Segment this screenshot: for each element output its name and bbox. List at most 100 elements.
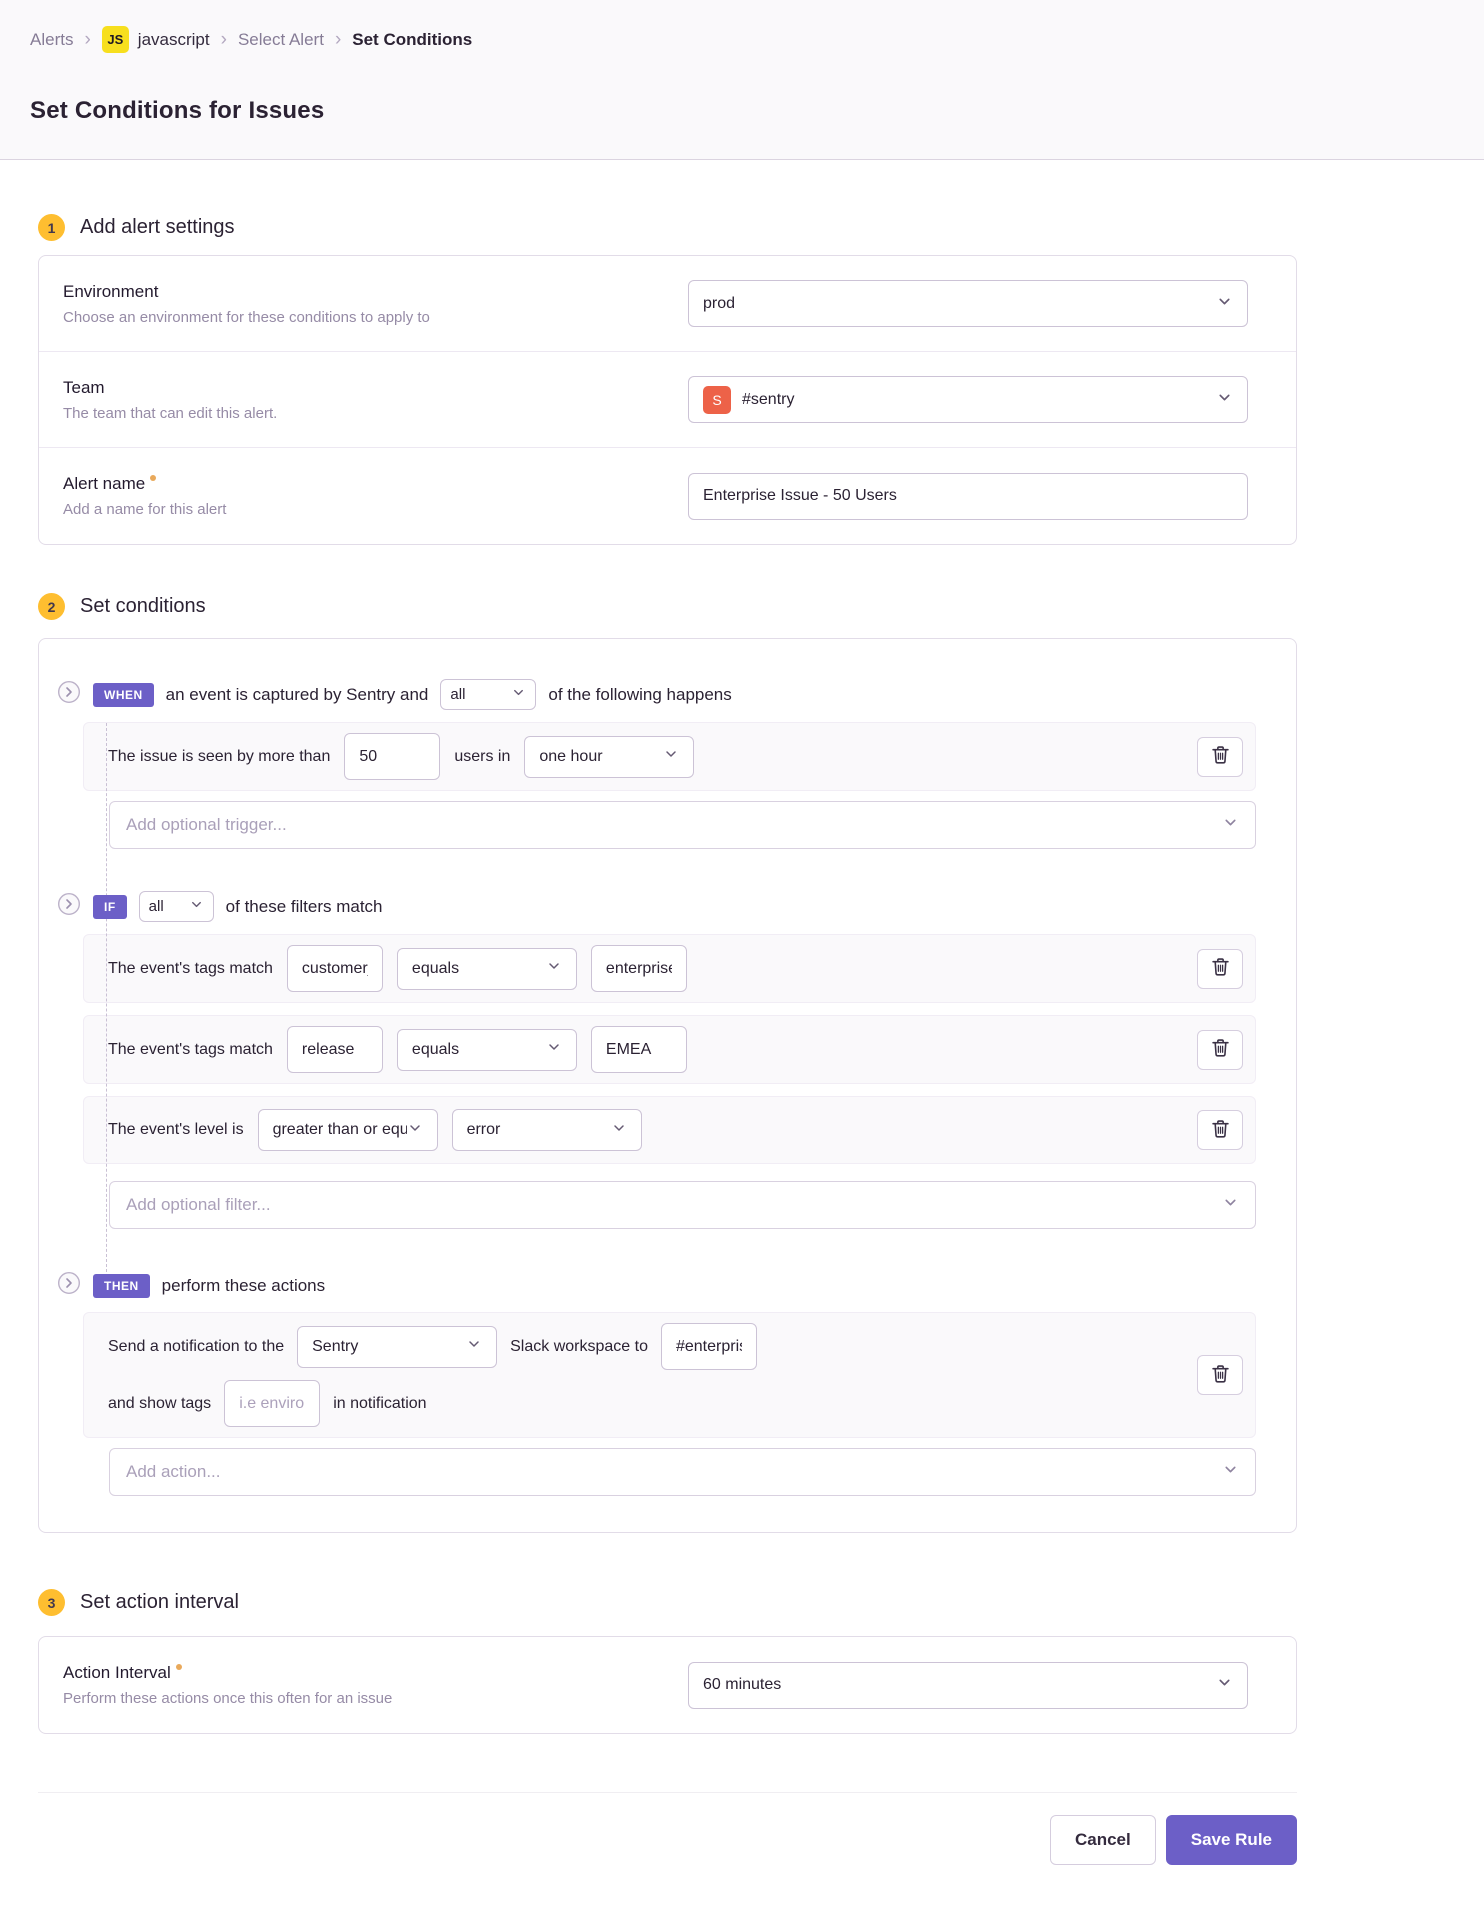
level-operator-select[interactable]: greater than or equ [258, 1109, 438, 1151]
then-header: THEN perform these actions [57, 1271, 1256, 1300]
section-heading-alert-settings: 1 Add alert settings [38, 214, 1297, 241]
conditions-card: WHEN an event is captured by Sentry and … [38, 638, 1297, 1533]
delete-condition-button[interactable] [1197, 737, 1243, 777]
chevron-down-icon [1222, 814, 1239, 836]
chevron-down-icon [546, 958, 562, 979]
action-interval-labels: Action Interval Perform these actions on… [63, 1663, 392, 1707]
show-tags-input[interactable] [224, 1380, 320, 1427]
trash-icon [1212, 746, 1229, 767]
chevron-down-icon [1222, 1461, 1239, 1483]
action-interval-label: Action Interval [63, 1663, 392, 1683]
then-text-after: perform these actions [162, 1276, 325, 1296]
save-rule-button[interactable]: Save Rule [1166, 1815, 1297, 1865]
delete-filter-button[interactable] [1197, 1030, 1243, 1070]
slack-channel-input[interactable] [661, 1323, 757, 1370]
alert-name-row: Alert name Add a name for this alert [39, 448, 1296, 544]
alert-name-labels: Alert name Add a name for this alert [63, 474, 226, 518]
action-interval-row: Action Interval Perform these actions on… [39, 1637, 1296, 1733]
when-match-select[interactable]: all [440, 679, 536, 710]
breadcrumb-project[interactable]: JS javascript [102, 26, 210, 53]
tag-key-input[interactable] [287, 1026, 383, 1073]
environment-select-value: prod [703, 295, 1216, 313]
collapse-chevron-icon[interactable] [57, 1271, 81, 1300]
section-title: Add alert settings [80, 216, 235, 239]
action-text: Slack workspace to [510, 1338, 648, 1356]
rule-connector-line [106, 723, 107, 1292]
interval-select[interactable]: one hour [524, 736, 694, 778]
when-text-before: an event is captured by Sentry and [166, 685, 429, 705]
breadcrumb-project-label: javascript [138, 30, 210, 50]
add-action-placeholder: Add action... [126, 1462, 221, 1482]
filter-row: The event's tags match equals [83, 934, 1256, 1003]
action-interval-card: Action Interval Perform these actions on… [38, 1636, 1297, 1734]
condition-text: users in [454, 748, 510, 766]
required-indicator [176, 1664, 182, 1670]
team-labels: Team The team that can edit this alert. [63, 378, 277, 422]
add-trigger-placeholder: Add optional trigger... [126, 815, 287, 835]
environment-label: Environment [63, 282, 430, 302]
chevron-down-icon [511, 685, 526, 704]
section-heading-set-conditions: 2 Set conditions [38, 593, 1297, 620]
tag-value-input[interactable] [591, 1026, 687, 1073]
add-filter-placeholder: Add optional filter... [126, 1195, 271, 1215]
page-header: Alerts › JS javascript › Select Alert › … [0, 0, 1484, 160]
if-badge: IF [93, 895, 127, 919]
action-row: Send a notification to the Sentry Slack … [83, 1312, 1256, 1438]
step-number-badge: 3 [38, 1589, 65, 1616]
action-interval-select[interactable]: 60 minutes [688, 1662, 1248, 1709]
delete-filter-button[interactable] [1197, 949, 1243, 989]
environment-labels: Environment Choose an environment for th… [63, 282, 430, 326]
collapse-chevron-icon[interactable] [57, 892, 81, 921]
tag-key-input[interactable] [287, 945, 383, 992]
condition-text: The issue is seen by more than [108, 748, 330, 766]
environment-description: Choose an environment for these conditio… [63, 309, 430, 326]
alert-settings-card: Environment Choose an environment for th… [38, 255, 1297, 545]
tag-value-input[interactable] [591, 945, 687, 992]
form-footer: Cancel Save Rule [38, 1792, 1297, 1911]
chevron-down-icon [1216, 389, 1233, 411]
chevron-down-icon [663, 746, 679, 767]
cancel-button[interactable]: Cancel [1050, 1815, 1156, 1865]
operator-select[interactable]: equals [397, 948, 577, 990]
section-title: Set action interval [80, 1591, 239, 1614]
trash-icon [1212, 1039, 1229, 1060]
user-count-input[interactable] [344, 733, 440, 780]
action-text: and show tags [108, 1395, 211, 1413]
breadcrumb-separator-icon: › [84, 30, 90, 49]
collapse-chevron-icon[interactable] [57, 680, 81, 709]
chevron-down-icon [1222, 1194, 1239, 1216]
workspace-select[interactable]: Sentry [297, 1326, 497, 1368]
breadcrumb-separator-icon: › [335, 30, 341, 49]
alert-name-description: Add a name for this alert [63, 501, 226, 518]
chevron-down-icon [1216, 1674, 1233, 1696]
trash-icon [1212, 1120, 1229, 1141]
add-filter-dropdown[interactable]: Add optional filter... [109, 1181, 1256, 1229]
operator-select[interactable]: equals [397, 1029, 577, 1071]
level-value-select[interactable]: error [452, 1109, 642, 1151]
if-header: IF all of these filters match [57, 891, 1256, 922]
filter-label: The event's level is [108, 1121, 244, 1139]
filter-label: The event's tags match [108, 960, 273, 978]
team-select-value: #sentry [742, 391, 1216, 409]
delete-action-button[interactable] [1197, 1355, 1243, 1395]
when-text-after: of the following happens [548, 685, 731, 705]
when-condition-row: The issue is seen by more than users in … [83, 722, 1256, 791]
filter-label: The event's tags match [108, 1041, 273, 1059]
if-match-select[interactable]: all [139, 891, 214, 922]
add-trigger-dropdown[interactable]: Add optional trigger... [109, 801, 1256, 849]
filter-row: The event's level is greater than or equ… [83, 1096, 1256, 1164]
breadcrumb-alerts[interactable]: Alerts [30, 30, 73, 50]
when-badge: WHEN [93, 683, 154, 707]
environment-select[interactable]: prod [688, 280, 1248, 327]
add-action-dropdown[interactable]: Add action... [109, 1448, 1256, 1496]
javascript-platform-icon: JS [102, 26, 129, 53]
chevron-down-icon [611, 1120, 627, 1141]
alert-name-input[interactable] [688, 473, 1248, 520]
when-header: WHEN an event is captured by Sentry and … [57, 679, 1256, 710]
delete-filter-button[interactable] [1197, 1110, 1243, 1150]
breadcrumb: Alerts › JS javascript › Select Alert › … [30, 26, 1454, 53]
team-select[interactable]: S #sentry [688, 376, 1248, 423]
page-title: Set Conditions for Issues [30, 97, 1454, 125]
breadcrumb-select-alert[interactable]: Select Alert [238, 30, 324, 50]
environment-row: Environment Choose an environment for th… [39, 256, 1296, 352]
